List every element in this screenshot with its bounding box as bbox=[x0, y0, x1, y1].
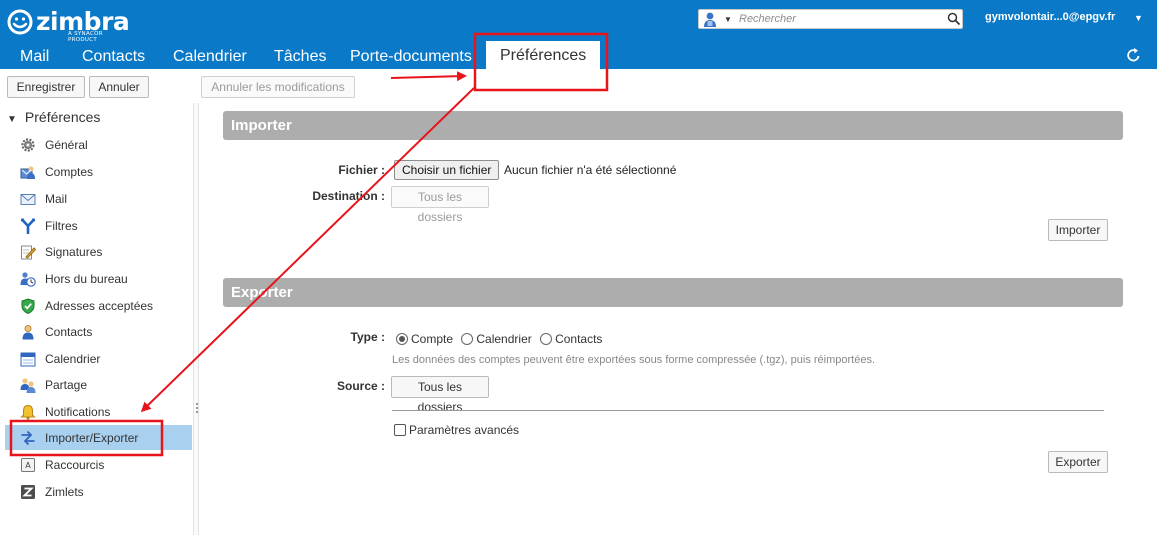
sidebar-item-import-export[interactable]: Importer/Exporter bbox=[5, 425, 192, 450]
signature-icon bbox=[21, 245, 36, 260]
type-label: Type : bbox=[350, 330, 385, 344]
sidebar-item-label: Signatures bbox=[45, 245, 103, 259]
search-icon[interactable] bbox=[947, 12, 961, 26]
sidebar-item-label: Notifications bbox=[45, 405, 111, 419]
sidebar-item-calendar[interactable]: Calendrier bbox=[5, 346, 192, 371]
filter-icon bbox=[20, 218, 36, 234]
bell-icon bbox=[20, 404, 36, 420]
export-button[interactable]: Exporter bbox=[1048, 451, 1108, 473]
tab-mail[interactable]: Mail bbox=[20, 44, 49, 69]
zimbra-logo[interactable]: zimbra A SYNACOR PRODUCT bbox=[6, 7, 130, 43]
sidebar-item-label: Adresses acceptées bbox=[45, 299, 154, 313]
sidebar-item-label: Comptes bbox=[45, 165, 94, 179]
export-hint-text: Les données des comptes peuvent être exp… bbox=[392, 354, 876, 366]
user-account-menu[interactable]: gymvolontair...0@epgv.fr bbox=[985, 11, 1115, 23]
out-of-office-icon bbox=[20, 272, 36, 287]
sidebar-item-shortcuts[interactable]: A Raccourcis bbox=[5, 452, 192, 477]
destination-folder-button[interactable]: Tous les dossiers bbox=[391, 186, 489, 224]
sidebar-item-accepted-addresses[interactable]: Adresses acceptées bbox=[5, 293, 192, 318]
source-label: Source : bbox=[336, 379, 385, 393]
arrow-to-preferences-tab bbox=[390, 71, 467, 82]
radio-contacts[interactable] bbox=[540, 333, 553, 345]
cancel-button[interactable]: Annuler bbox=[89, 76, 149, 98]
import-section-header: Importer bbox=[223, 111, 1123, 140]
preferences-tree-header[interactable]: ▼ Préférences bbox=[7, 109, 100, 125]
preferences-sidebar: ▼ Préférences Général Comptes Mail Filtre… bbox=[0, 103, 193, 535]
no-file-selected-text: Aucun fichier n'a été sélectionné bbox=[504, 163, 677, 177]
radio-calendar[interactable] bbox=[461, 333, 474, 345]
destination-label: Destination : bbox=[312, 189, 385, 203]
source-folder-button[interactable]: Tous les dossiers bbox=[391, 376, 489, 414]
svg-text:A: A bbox=[25, 461, 31, 470]
sidebar-item-notifications[interactable]: Notifications bbox=[5, 399, 192, 424]
search-input[interactable] bbox=[739, 11, 939, 27]
sidebar-item-filters[interactable]: Filtres bbox=[5, 213, 192, 238]
advanced-settings-label[interactable]: Paramètres avancés bbox=[409, 423, 519, 437]
sidebar-item-zimlets[interactable]: Zimlets bbox=[5, 479, 192, 504]
import-button[interactable]: Importer bbox=[1048, 219, 1108, 241]
accounts-icon bbox=[20, 166, 35, 179]
zimbra-smiley-icon bbox=[7, 9, 33, 35]
tab-preferences[interactable]: Préférences bbox=[486, 41, 601, 69]
choose-file-button[interactable]: Choisir un fichier bbox=[394, 160, 500, 180]
tab-calendar[interactable]: Calendrier bbox=[173, 44, 247, 69]
sidebar-item-signatures[interactable]: Signatures bbox=[5, 239, 192, 264]
keyboard-shortcut-icon: A bbox=[21, 458, 35, 472]
search-scope-person-icon[interactable] bbox=[702, 11, 718, 28]
sidebar-item-label: Zimlets bbox=[45, 485, 84, 499]
tab-tasks[interactable]: Tâches bbox=[274, 44, 326, 69]
sidebar-item-label: Calendrier bbox=[45, 352, 101, 366]
sidebar-item-general[interactable]: Général bbox=[5, 132, 192, 157]
sidebar-item-label: Général bbox=[45, 138, 88, 152]
tab-briefcase[interactable]: Porte-documents bbox=[350, 44, 472, 69]
save-button[interactable]: Enregistrer bbox=[7, 76, 85, 98]
sidebar-item-label: Raccourcis bbox=[45, 458, 105, 472]
collapse-triangle-icon[interactable]: ▼ bbox=[7, 114, 17, 125]
sidebar-item-label: Hors du bureau bbox=[45, 272, 128, 286]
top-header: zimbra A SYNACOR PRODUCT ▼ gymvolontair.… bbox=[0, 0, 1157, 69]
radio-account[interactable] bbox=[396, 333, 408, 345]
sidebar-item-label: Mail bbox=[45, 192, 68, 206]
sidebar-item-label: Filtres bbox=[45, 219, 78, 233]
contact-person-icon bbox=[22, 325, 34, 340]
sidebar-item-label: Importer/Exporter bbox=[45, 431, 139, 445]
export-section-header: Exporter bbox=[223, 278, 1123, 307]
radio-calendar-label[interactable]: Calendrier bbox=[476, 332, 531, 346]
undo-changes-button[interactable]: Annuler les modifications bbox=[201, 76, 355, 98]
sharing-icon bbox=[20, 378, 36, 393]
gear-icon bbox=[21, 138, 35, 152]
search-bar: ▼ bbox=[698, 9, 963, 29]
radio-contacts-label[interactable]: Contacts bbox=[555, 332, 602, 346]
grip-dots-icon bbox=[196, 403, 198, 419]
sidebar-item-contacts[interactable]: Contacts bbox=[5, 319, 192, 344]
shield-check-icon bbox=[21, 298, 35, 314]
export-type-radio-group: Compte Calendrier Contacts bbox=[396, 332, 607, 346]
envelope-icon bbox=[20, 194, 36, 205]
sidebar-item-sharing[interactable]: Partage bbox=[5, 372, 192, 397]
advanced-settings-row[interactable]: Paramètres avancés bbox=[394, 423, 519, 437]
export-divider bbox=[392, 410, 1104, 411]
search-scope-caret-icon[interactable]: ▼ bbox=[724, 15, 732, 24]
preferences-tree-title: Préférences bbox=[24, 109, 101, 125]
sidebar-item-accounts[interactable]: Comptes bbox=[5, 159, 192, 184]
radio-account-label[interactable]: Compte bbox=[411, 332, 453, 346]
logo-subtext: A SYNACOR PRODUCT bbox=[68, 31, 103, 43]
sidebar-item-out-of-office[interactable]: Hors du bureau bbox=[5, 266, 192, 291]
sidebar-item-label: Contacts bbox=[45, 325, 93, 339]
tab-contacts[interactable]: Contacts bbox=[82, 44, 145, 69]
import-export-icon bbox=[21, 430, 35, 446]
sidebar-item-mail[interactable]: Mail bbox=[5, 186, 192, 211]
file-label: Fichier : bbox=[338, 163, 385, 177]
advanced-settings-checkbox[interactable] bbox=[394, 424, 406, 436]
sidebar-item-label: Partage bbox=[45, 378, 88, 392]
refresh-icon[interactable] bbox=[1126, 47, 1141, 63]
user-menu-caret-icon[interactable]: ▼ bbox=[1134, 13, 1143, 23]
zimlet-icon bbox=[21, 485, 35, 499]
calendar-icon bbox=[20, 352, 36, 367]
sidebar-resize-handle[interactable] bbox=[193, 103, 199, 535]
